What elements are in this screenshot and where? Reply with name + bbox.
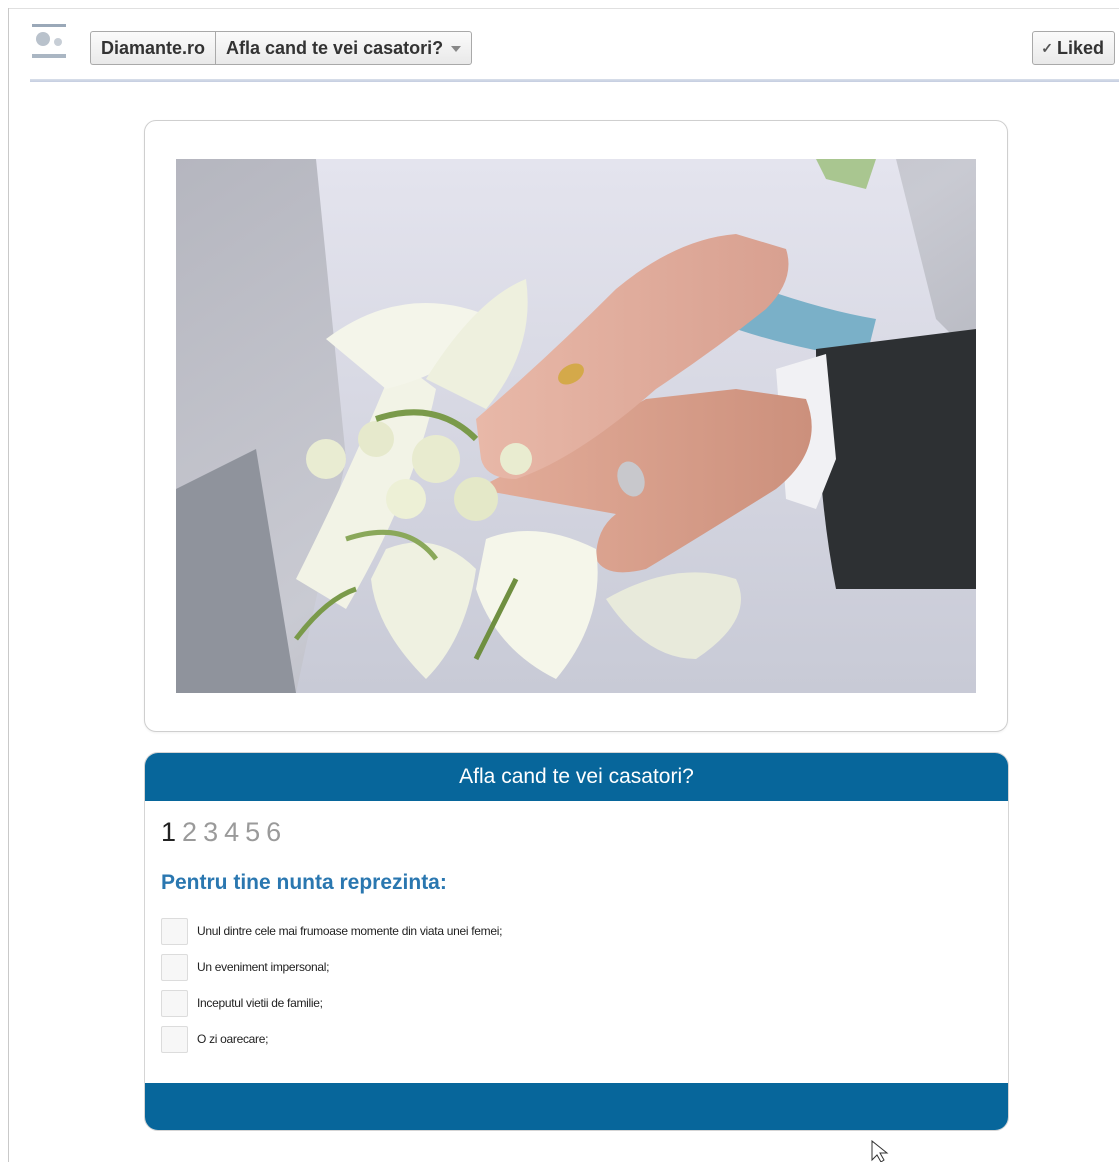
image-card — [144, 120, 1008, 732]
page-app-breadcrumb: Diamante.ro Afla cand te vei casatori? — [90, 31, 473, 65]
answer-option[interactable]: Un eveniment impersonal; — [161, 949, 502, 985]
liked-label: Liked — [1056, 37, 1104, 58]
page-name-button[interactable]: Diamante.ro — [90, 31, 216, 65]
answer-checkbox[interactable] — [161, 989, 188, 1017]
quiz-steps: 123456 — [161, 817, 287, 848]
answer-option[interactable]: Unul dintre cele mai frumoase momente di… — [161, 913, 502, 949]
answer-option[interactable]: Inceputul vietii de familie; — [161, 985, 502, 1021]
app-name-label: Afla cand te vei casatori? — [226, 37, 444, 58]
answer-label: Un eveniment impersonal; — [197, 960, 330, 974]
step-4[interactable]: 4 — [224, 817, 239, 847]
step-5[interactable]: 5 — [245, 817, 260, 847]
liked-button[interactable]: ✓ Liked — [1032, 31, 1115, 65]
quiz-card: Afla cand te vei casatori? 123456 Pentru… — [144, 752, 1009, 1131]
quiz-title: Afla cand te vei casatori? — [145, 753, 1008, 801]
question-text: Pentru tine nunta reprezinta: — [161, 871, 447, 894]
app-header: Diamante.ro Afla cand te vei casatori? ✓… — [30, 22, 1119, 74]
answer-label: O zi oarecare; — [197, 1032, 269, 1046]
answer-options: Unul dintre cele mai frumoase momente di… — [161, 913, 502, 1057]
answer-option[interactable]: O zi oarecare; — [161, 1021, 502, 1057]
step-2[interactable]: 2 — [182, 817, 197, 847]
answer-label: Unul dintre cele mai frumoase momente di… — [197, 924, 503, 938]
page-name-label: Diamante.ro — [101, 37, 206, 58]
page-logo[interactable] — [30, 22, 70, 66]
header-divider — [30, 79, 1119, 82]
app-menu-button[interactable]: Afla cand te vei casatori? — [215, 31, 473, 65]
window-left-border — [8, 8, 9, 1162]
check-icon: ✓ — [1041, 39, 1053, 56]
wedding-photo — [176, 159, 976, 693]
window-top-border — [8, 8, 1119, 9]
quiz-footer-bar — [145, 1083, 1008, 1130]
answer-checkbox[interactable] — [161, 953, 188, 981]
chevron-down-icon — [451, 46, 462, 52]
answer-checkbox[interactable] — [161, 917, 188, 945]
mouse-cursor-icon — [871, 1140, 889, 1162]
answer-checkbox[interactable] — [161, 1025, 188, 1053]
step-3[interactable]: 3 — [203, 817, 218, 847]
answer-label: Inceputul vietii de familie; — [197, 996, 323, 1010]
step-1[interactable]: 1 — [161, 817, 176, 847]
step-6[interactable]: 6 — [266, 817, 281, 847]
